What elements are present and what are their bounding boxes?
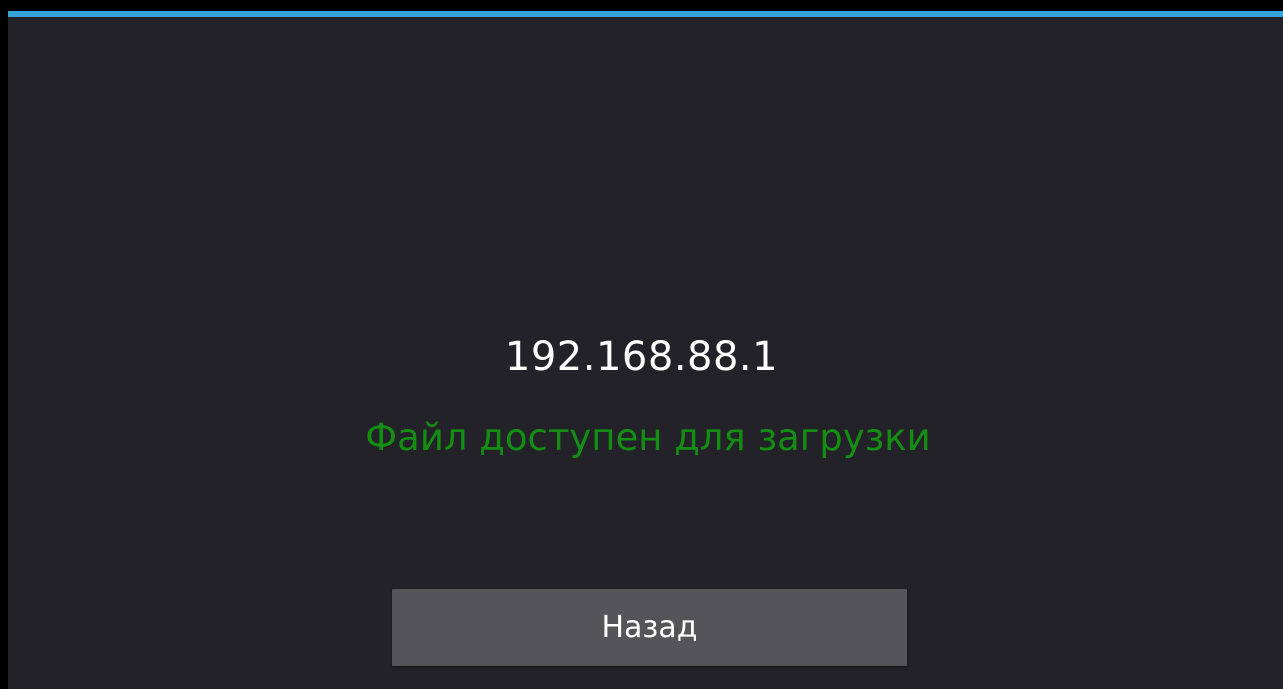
window-frame: 192.168.88.1 Файл доступен для загрузки …: [0, 0, 1283, 689]
back-button[interactable]: Назад: [392, 589, 907, 666]
status-message: Файл доступен для загрузки: [365, 416, 931, 459]
ip-address-label: 192.168.88.1: [504, 334, 779, 380]
accent-bar: [8, 11, 1283, 17]
